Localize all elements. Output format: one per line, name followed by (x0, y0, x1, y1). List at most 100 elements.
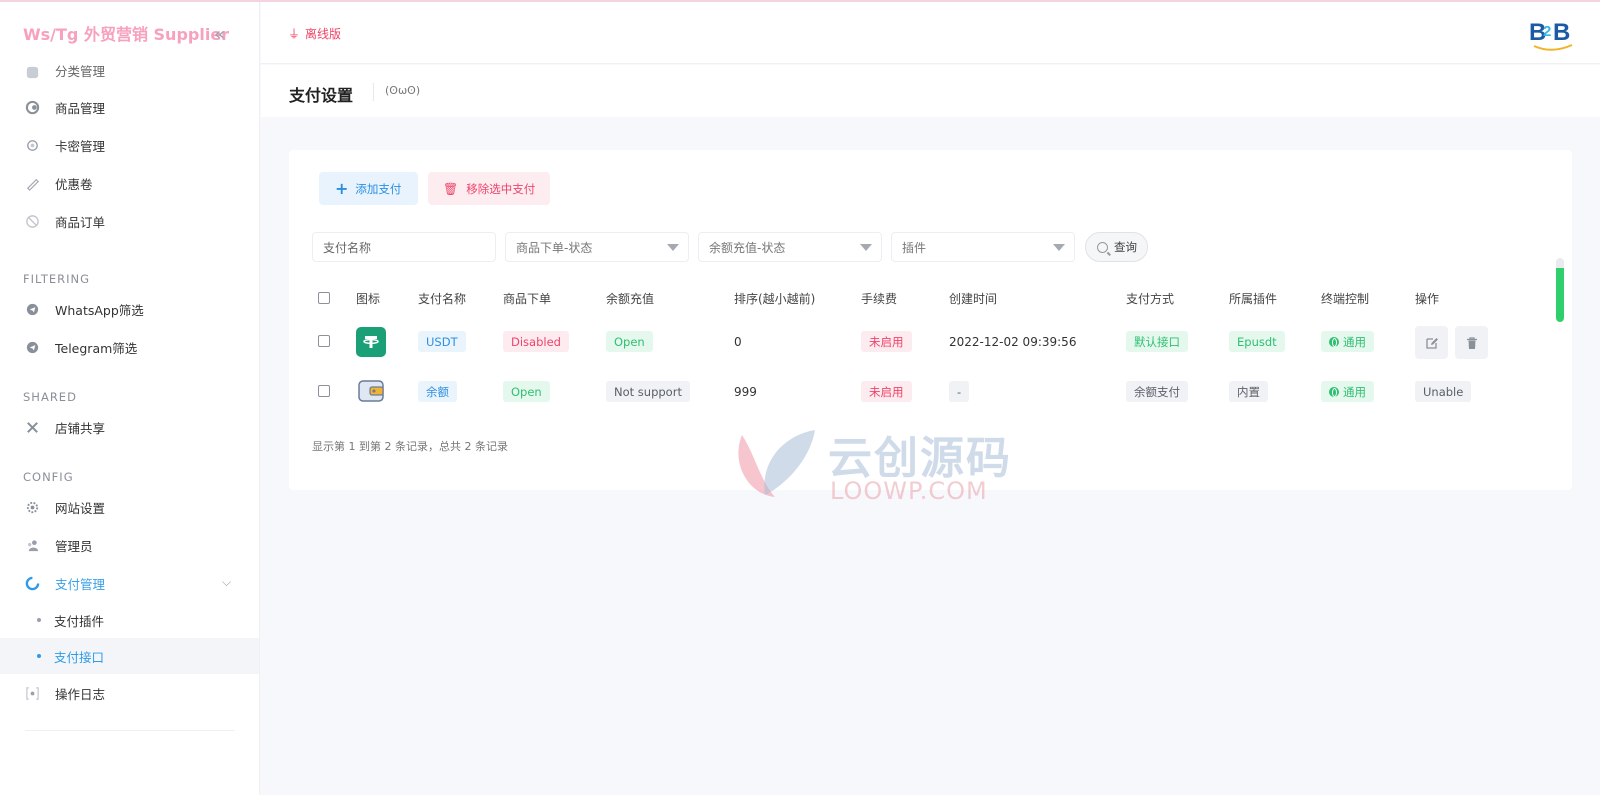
sidebar-item-shop-share[interactable]: 店铺共享 (0, 408, 259, 446)
tools-icon (24, 419, 40, 435)
globe-icon (1329, 336, 1339, 347)
sidebar-subitem-label: 支付插件 (54, 613, 105, 629)
sidebar-item-payment[interactable]: 支付管理 ⌵ (0, 564, 259, 602)
edit-button[interactable] (1415, 326, 1448, 359)
offline-label: 离线版 (305, 27, 342, 41)
caret-down-icon (1053, 244, 1065, 251)
page-emote: (ʘωʘ) (385, 84, 421, 97)
balance-status-badge: Open (606, 331, 653, 352)
table-footer: 显示第 1 到第 2 条记录，总共 2 条记录 (312, 440, 508, 453)
search-icon (1097, 241, 1108, 253)
add-payment-label: 添加支付 (355, 181, 402, 196)
category-icon (24, 64, 40, 80)
payment-name-input[interactable]: 支付名称 (312, 232, 496, 262)
sort-value: 0 (734, 335, 742, 349)
sidebar-item-label: 分类管理 (55, 64, 106, 79)
gear-icon (24, 499, 40, 515)
th-icon: 图标 (356, 292, 381, 306)
trash-icon (1466, 336, 1477, 349)
created-time: 2022-12-02 09:39:56 (949, 335, 1077, 349)
bullet-icon (37, 654, 41, 658)
remove-selected-button[interactable]: 🗑 移除选中支付 (428, 172, 550, 205)
sidebar-item-admins[interactable]: 管理员 (0, 526, 259, 564)
balance-status-badge: Not support (606, 381, 690, 402)
svg-text:B: B (1553, 19, 1570, 46)
sidebar: Ws/Tg 外贸营销 Supplier « 分类管理 商品管理 卡密管理 优惠卷… (0, 2, 260, 795)
row-checkbox[interactable] (318, 385, 330, 397)
svg-text:2: 2 (1543, 23, 1551, 40)
sidebar-item-products[interactable]: 商品管理 (0, 88, 259, 126)
wallet-icon (358, 380, 384, 402)
sidebar-item-label: WhatsApp筛选 (55, 302, 144, 318)
b2b-logo: B 2 B (1529, 19, 1573, 51)
sidebar-item-label: 商品订单 (55, 214, 106, 230)
chevron-down-icon: ⌵ (222, 575, 232, 589)
payment-name-badge: USDT (418, 331, 466, 352)
sidebar-item-coupons[interactable]: 优惠卷 (0, 164, 259, 202)
title-divider (373, 83, 374, 101)
caret-down-icon (667, 244, 679, 251)
order-status-badge: Open (503, 381, 550, 402)
action-unable-badge: Unable (1415, 381, 1472, 402)
query-button[interactable]: 查询 (1085, 232, 1148, 262)
th-name: 支付名称 (418, 292, 467, 306)
sidebar-item-label: 支付管理 (55, 576, 106, 592)
sidebar-item-telegram[interactable]: Telegram筛选 (0, 328, 259, 366)
payment-icon (24, 575, 40, 591)
bullet-icon (37, 618, 41, 622)
box-icon (24, 99, 40, 115)
fee-badge: 未启用 (861, 331, 912, 352)
th-fee: 手续费 (861, 292, 898, 306)
sidebar-item-cards[interactable]: 卡密管理 (0, 126, 259, 164)
users-icon (24, 537, 40, 553)
sidebar-item-orders[interactable]: 商品订单 (0, 202, 259, 240)
terminal-label: 通用 (1343, 334, 1366, 349)
th-balance: 余额充值 (606, 292, 655, 306)
order-status-text: 商品下单-状态 (516, 240, 593, 255)
offline-badge[interactable]: ⏚ 离线版 (288, 25, 341, 42)
sidebar-item-label: 管理员 (55, 538, 93, 554)
row-checkbox[interactable] (318, 335, 330, 347)
section-shared: SHARED (23, 390, 77, 404)
sidebar-subitem-payment-plugins[interactable]: 支付插件 (0, 602, 259, 638)
caret-down-icon (860, 244, 872, 251)
sidebar-item-label: Telegram筛选 (55, 340, 138, 356)
sidebar-item-whatsapp[interactable]: WhatsApp筛选 (0, 290, 259, 328)
sidebar-divider (25, 730, 235, 731)
th-sort: 排序(越小越前) (734, 292, 816, 306)
collapse-sidebar-icon[interactable]: « (214, 24, 225, 45)
brand-title: Ws/Tg 外贸营销 Supplier (23, 25, 230, 44)
sidebar-item-site-settings[interactable]: 网站设置 (0, 488, 259, 526)
sidebar-subitem-label: 支付接口 (54, 649, 105, 665)
sidebar-item-logs[interactable]: 操作日志 (0, 674, 259, 712)
section-filtering: FILTERING (23, 272, 91, 286)
delete-button[interactable] (1455, 326, 1488, 359)
remove-selected-label: 移除选中支付 (466, 181, 536, 196)
key-icon (24, 137, 40, 153)
sidebar-nav: 分类管理 商品管理 卡密管理 优惠卷 商品订单 FILTERING WhatsA… (0, 62, 259, 731)
page-title: 支付设置 (289, 86, 354, 105)
plugin-select-text: 插件 (902, 240, 927, 255)
order-icon (24, 213, 40, 229)
plugin-badge: 内置 (1229, 381, 1268, 402)
th-plugin: 所属插件 (1229, 292, 1278, 306)
sidebar-item-label: 操作日志 (55, 686, 106, 702)
th-created: 创建时间 (949, 292, 998, 306)
scrollbar-thumb[interactable] (1556, 258, 1564, 322)
sidebar-subitem-payment-interfaces[interactable]: 支付接口 (0, 638, 259, 674)
order-status-badge: Disabled (503, 331, 569, 352)
query-label: 查询 (1114, 240, 1137, 254)
globe-icon (1329, 386, 1339, 397)
plugin-select[interactable]: 插件 (891, 232, 1075, 262)
balance-status-text: 余额充值-状态 (709, 240, 786, 255)
sidebar-item-category[interactable]: 分类管理 (0, 62, 259, 80)
th-order: 商品下单 (503, 292, 552, 306)
balance-status-select[interactable]: 余额充值-状态 (698, 232, 882, 262)
top-header: ⏚ 离线版 B 2 B (261, 2, 1600, 64)
add-payment-button[interactable]: + 添加支付 (319, 172, 418, 205)
order-status-select[interactable]: 商品下单-状态 (505, 232, 689, 262)
sidebar-item-label: 优惠卷 (55, 176, 93, 192)
page-header: 支付设置 (ʘωʘ) (261, 65, 1600, 117)
trash-icon: 🗑 (443, 181, 459, 196)
select-all-checkbox[interactable] (318, 292, 330, 304)
